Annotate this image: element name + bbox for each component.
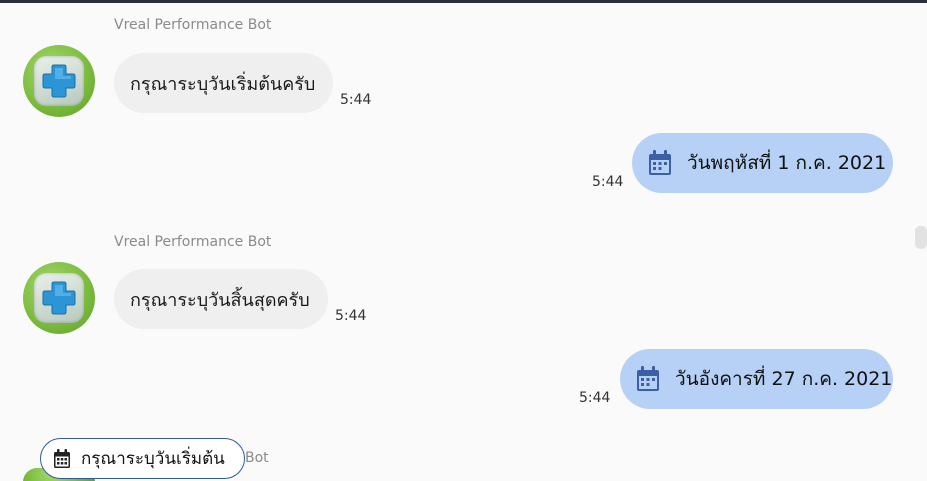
bot-avatar xyxy=(23,45,95,117)
bot-message-text: กรุณาระบุวันสิ้นสุดครับ xyxy=(130,289,310,311)
user-message-text: วันพฤหัสที่ 1 ก.ค. 2021 xyxy=(687,152,887,174)
bot-message-text: กรุณาระบุวันเริ่มต้นครับ xyxy=(130,73,316,95)
message-timestamp: 5:44 xyxy=(340,92,372,108)
user-message-bubble: วันอังคารที่ 27 ก.ค. 2021 xyxy=(620,349,893,409)
calendar-icon xyxy=(648,150,672,176)
bot-avatar xyxy=(23,262,95,334)
message-timestamp: 5:44 xyxy=(579,390,611,406)
quick-reply-label: กรุณาระบุวันเริ่มต้น xyxy=(81,449,225,469)
scrollbar-thumb[interactable] xyxy=(915,226,927,249)
medical-cross-icon xyxy=(34,56,84,106)
message-sender-name-partial: Bot xyxy=(245,450,269,466)
message-sender-name: Vreal Performance Bot xyxy=(114,234,272,250)
calendar-icon xyxy=(53,448,71,469)
bot-message-bubble: กรุณาระบุวันสิ้นสุดครับ xyxy=(114,269,328,329)
message-sender-name: Vreal Performance Bot xyxy=(114,17,272,33)
quick-reply-date-button[interactable]: กรุณาระบุวันเริ่มต้น xyxy=(40,438,245,479)
medical-cross-icon xyxy=(34,273,84,323)
message-timestamp: 5:44 xyxy=(335,308,367,324)
calendar-icon xyxy=(636,366,660,392)
user-message-text: วันอังคารที่ 27 ก.ค. 2021 xyxy=(675,368,893,390)
message-timestamp: 5:44 xyxy=(592,174,624,190)
bot-message-bubble: กรุณาระบุวันเริ่มต้นครับ xyxy=(114,53,334,113)
user-message-bubble: วันพฤหัสที่ 1 ก.ค. 2021 xyxy=(632,133,893,193)
chat-message-list[interactable]: Vreal Performance Bot กรุณาระบุวันเริ่มต… xyxy=(0,3,927,481)
